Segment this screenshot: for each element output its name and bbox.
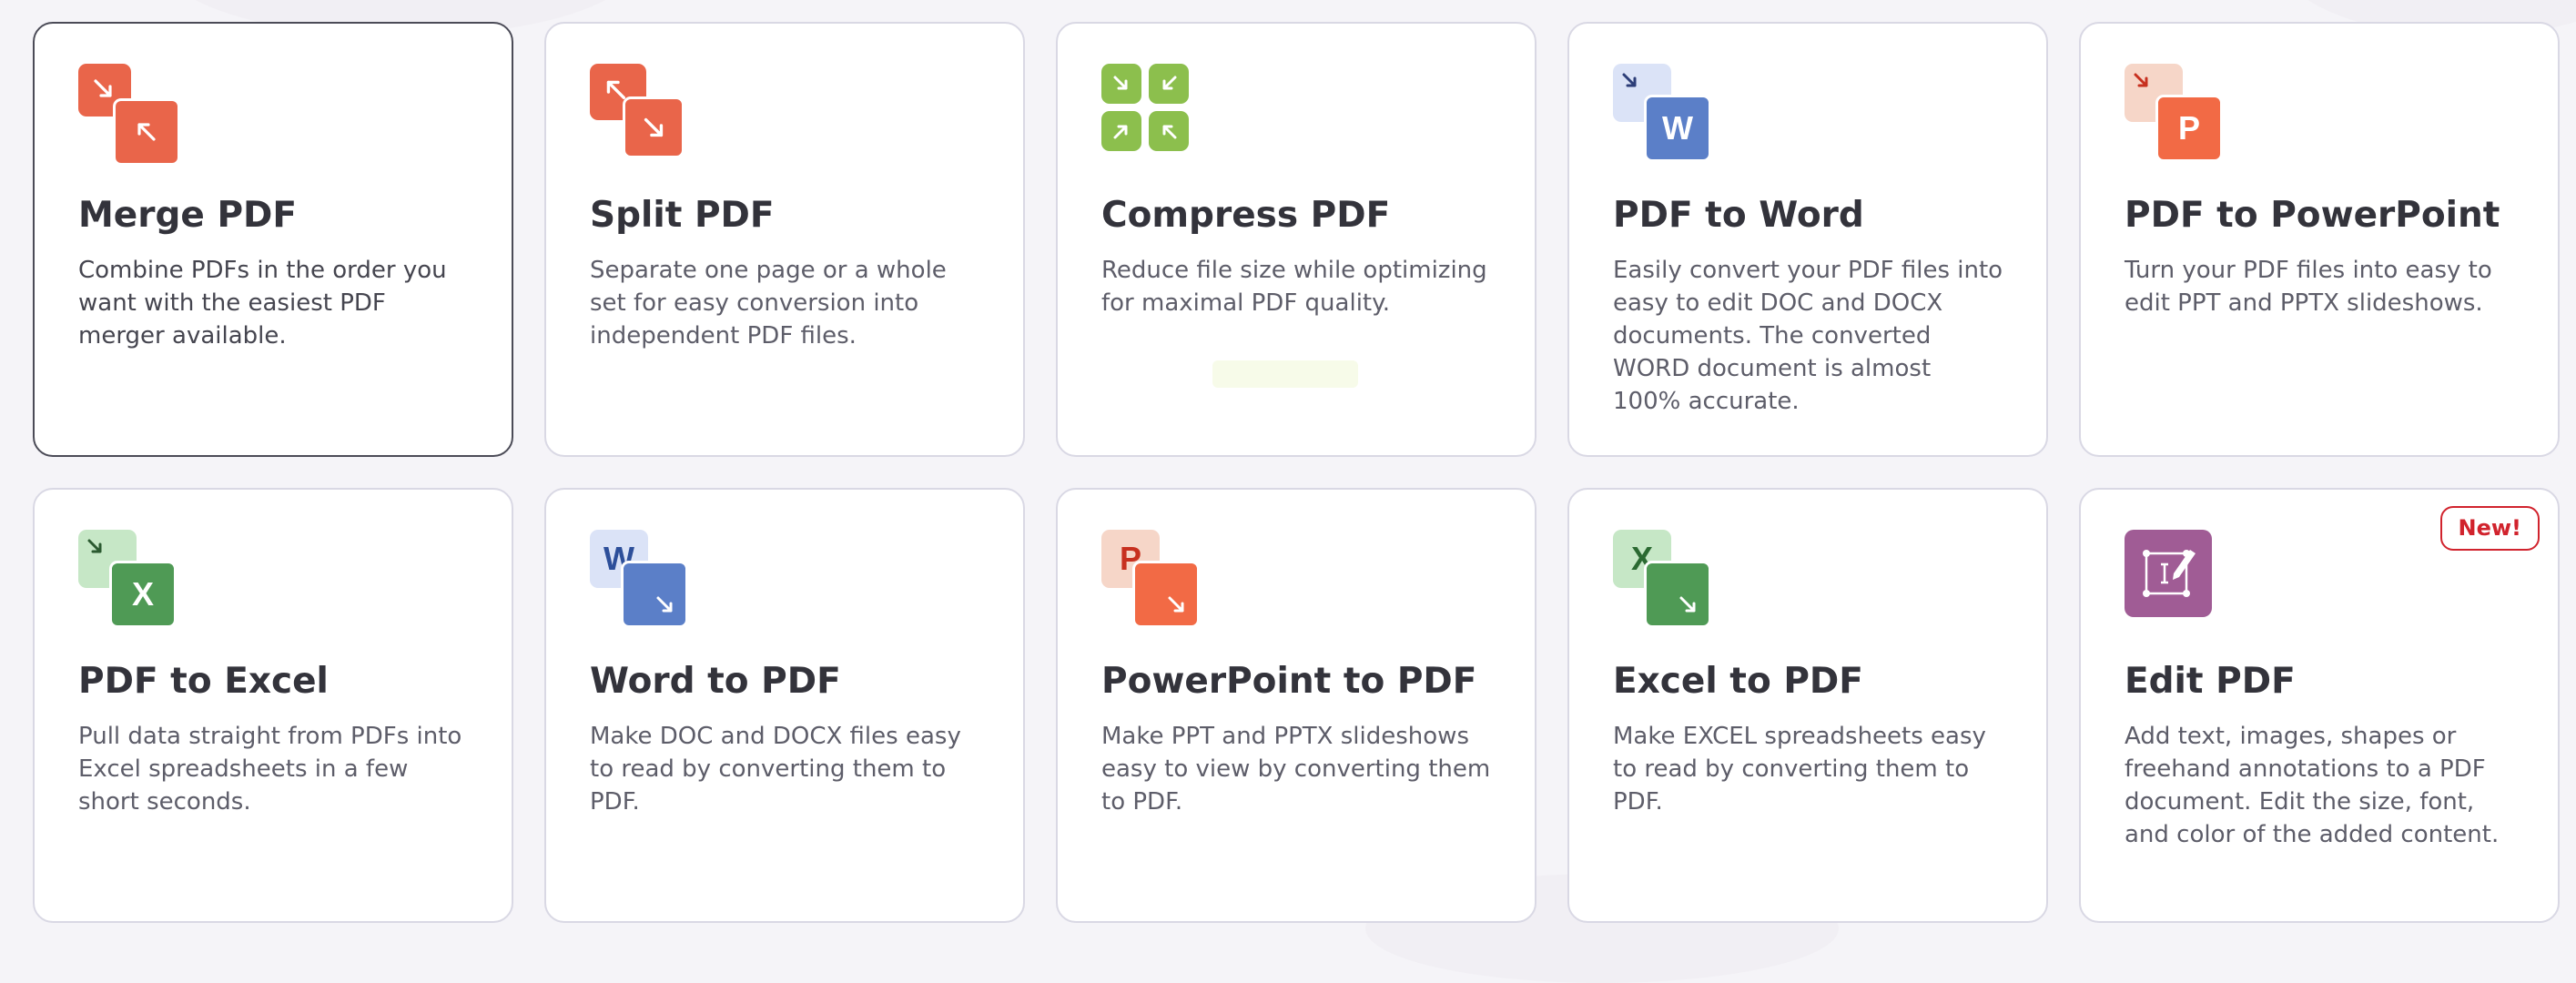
edit-pdf-icon xyxy=(2125,530,2223,628)
tool-card-split-pdf[interactable]: Split PDF Separate one page or a whole s… xyxy=(544,22,1025,457)
tool-description: Make EXCEL spreadsheets easy to read by … xyxy=(1613,722,1986,816)
tool-description: Make PPT and PPTX slideshows easy to vie… xyxy=(1101,722,1491,816)
merge-icon xyxy=(78,64,180,166)
tool-description: Add text, images, shapes or freehand ann… xyxy=(2125,722,2500,848)
tool-description: Turn your PDF files into easy to edit PP… xyxy=(2125,256,2492,317)
split-icon xyxy=(590,64,688,162)
tool-description: Combine PDFs in the order you want with … xyxy=(78,256,447,350)
tool-title: Edit PDF xyxy=(2125,661,2296,702)
word-to-pdf-icon: W xyxy=(590,530,688,628)
excel-letter: X xyxy=(131,575,154,613)
tool-title: Excel to PDF xyxy=(1613,661,1863,702)
tool-description: Easily convert your PDF files into easy … xyxy=(1613,256,2003,415)
word-letter: W xyxy=(1662,109,1693,147)
tool-title: Word to PDF xyxy=(590,661,841,702)
new-badge: New! xyxy=(2439,506,2540,551)
pdf-to-word-icon: W xyxy=(1613,64,1711,162)
tool-card-pdf-to-powerpoint[interactable]: P PDF to PowerPoint Turn your PDF files … xyxy=(2079,22,2560,457)
powerpoint-letter: P xyxy=(2177,109,2200,147)
tool-title: Compress PDF xyxy=(1101,195,1391,236)
excel-to-pdf-icon: X xyxy=(1613,530,1711,628)
tool-description: Reduce file size while optimizing for ma… xyxy=(1101,256,1487,317)
tool-card-pdf-to-excel[interactable]: X PDF to Excel Pull data straight from P… xyxy=(33,488,513,923)
tool-card-pdf-to-word[interactable]: W PDF to Word Easily convert your PDF fi… xyxy=(1567,22,2048,457)
tools-grid: Merge PDF Combine PDFs in the order you … xyxy=(33,22,2560,923)
tool-card-excel-to-pdf[interactable]: X Excel to PDF Make EXCEL spreadsheets e… xyxy=(1567,488,2048,923)
faded-placeholder xyxy=(1212,360,1358,388)
tool-card-merge-pdf[interactable]: Merge PDF Combine PDFs in the order you … xyxy=(33,22,513,457)
tool-title: PowerPoint to PDF xyxy=(1101,661,1477,702)
tool-card-powerpoint-to-pdf[interactable]: P PowerPoint to PDF Make PPT and PPTX sl… xyxy=(1056,488,1536,923)
tool-title: PDF to PowerPoint xyxy=(2125,195,2500,236)
tool-title: PDF to Excel xyxy=(78,661,329,702)
compress-icon xyxy=(1101,64,1200,162)
pdf-to-powerpoint-icon: P xyxy=(2125,64,2223,162)
tool-title: PDF to Word xyxy=(1613,195,1864,236)
tool-description: Separate one page or a whole set for eas… xyxy=(590,256,947,350)
tool-description: Pull data straight from PDFs into Excel … xyxy=(78,722,462,816)
tool-card-edit-pdf[interactable]: New! Edit PDF Add text, images, shapes o… xyxy=(2079,488,2560,923)
tool-description: Make DOC and DOCX files easy to read by … xyxy=(590,722,961,816)
tool-card-compress-pdf[interactable]: Compress PDF Reduce file size while opti… xyxy=(1056,22,1536,457)
pdf-to-excel-icon: X xyxy=(78,530,177,628)
tool-title: Merge PDF xyxy=(78,195,298,236)
tool-card-word-to-pdf[interactable]: W Word to PDF Make DOC and DOCX files ea… xyxy=(544,488,1025,923)
tool-title: Split PDF xyxy=(590,195,775,236)
powerpoint-to-pdf-icon: P xyxy=(1101,530,1200,628)
